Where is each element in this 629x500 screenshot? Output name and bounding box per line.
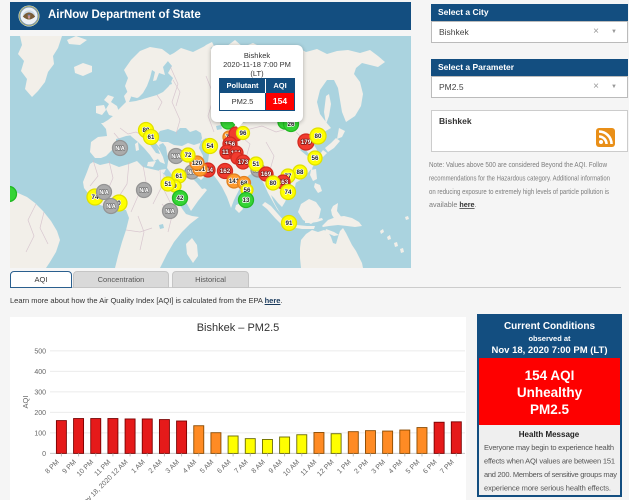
svg-text:N/A: N/A [99,190,108,196]
svg-text:effects when AQI values are be: effects when AQI values are between 151 [484,457,615,466]
svg-text:300: 300 [34,389,46,396]
svg-text:6 AM: 6 AM [216,459,232,475]
svg-text:96: 96 [240,130,247,137]
svg-text:3 PM: 3 PM [371,459,388,476]
svg-text:51: 51 [253,161,260,168]
svg-text:88: 88 [297,169,304,176]
svg-text:11 AM: 11 AM [300,459,319,478]
svg-text:91: 91 [286,220,293,227]
svg-text:Everyone may begin to experien: Everyone may begin to experience health [484,443,614,452]
svg-text:0: 0 [42,451,46,458]
svg-text:5 AM: 5 AM [199,459,215,475]
svg-text:available here.: available here. [429,200,477,209]
svg-text:162: 162 [220,168,231,175]
svg-text:on reducing exposure to extrem: on reducing exposure to extremely high l… [429,187,609,196]
svg-text:74: 74 [285,189,292,196]
svg-text:100: 100 [34,430,46,437]
svg-text:and 200. Members of sensitive: and 200. Members of sensitive groups may [484,470,617,479]
svg-text:61: 61 [176,173,183,180]
svg-text:AQI: AQI [21,396,30,409]
svg-text:13: 13 [243,197,250,204]
svg-text:7 AM: 7 AM [233,459,249,475]
svg-text:N/A: N/A [171,154,180,160]
svg-text:12 PM: 12 PM [316,459,335,478]
svg-text:7 PM: 7 PM [439,459,456,476]
svg-text:1 AM: 1 AM [130,459,146,475]
svg-text:4 AM: 4 AM [182,459,198,475]
svg-text:500: 500 [34,348,46,355]
svg-text:N/A: N/A [139,188,148,194]
svg-text:400: 400 [34,369,46,376]
svg-text:2 AM: 2 AM [148,459,164,475]
svg-text:80: 80 [270,180,277,187]
svg-text:200: 200 [34,410,46,417]
svg-text:179: 179 [301,139,312,146]
svg-text:42: 42 [177,195,184,202]
svg-text:173: 173 [238,159,249,166]
svg-text:N/A: N/A [165,209,174,215]
svg-text:10 AM: 10 AM [282,459,301,478]
svg-text:72: 72 [185,152,192,159]
svg-text:56: 56 [312,155,319,162]
svg-text:6 PM: 6 PM [422,459,439,476]
svg-text:4 PM: 4 PM [388,459,405,476]
svg-text:8 PM: 8 PM [44,459,61,476]
svg-text:Health Message: Health Message [519,430,580,439]
svg-text:8 AM: 8 AM [251,459,267,475]
svg-text:61: 61 [148,134,155,141]
svg-text:54: 54 [207,143,214,150]
svg-text:N/A: N/A [115,146,124,152]
svg-text:experience more serious health: experience more serious health effects. [484,484,611,493]
svg-text:51: 51 [165,181,172,188]
svg-text:2 PM: 2 PM [353,459,370,476]
svg-text:Note: Values above 500 are con: Note: Values above 500 are considered Be… [429,160,608,169]
svg-text:10 PM: 10 PM [76,459,95,478]
svg-text:recommendations for the Hazard: recommendations for the Hazardous catego… [429,173,610,182]
svg-text:3 AM: 3 AM [165,459,181,475]
svg-text:80: 80 [315,133,322,140]
svg-text:5 PM: 5 PM [405,459,422,476]
svg-text:1 PM: 1 PM [336,459,353,476]
svg-text:N/A: N/A [106,204,115,210]
svg-text:26: 26 [288,121,295,128]
svg-text:120: 120 [192,160,203,167]
